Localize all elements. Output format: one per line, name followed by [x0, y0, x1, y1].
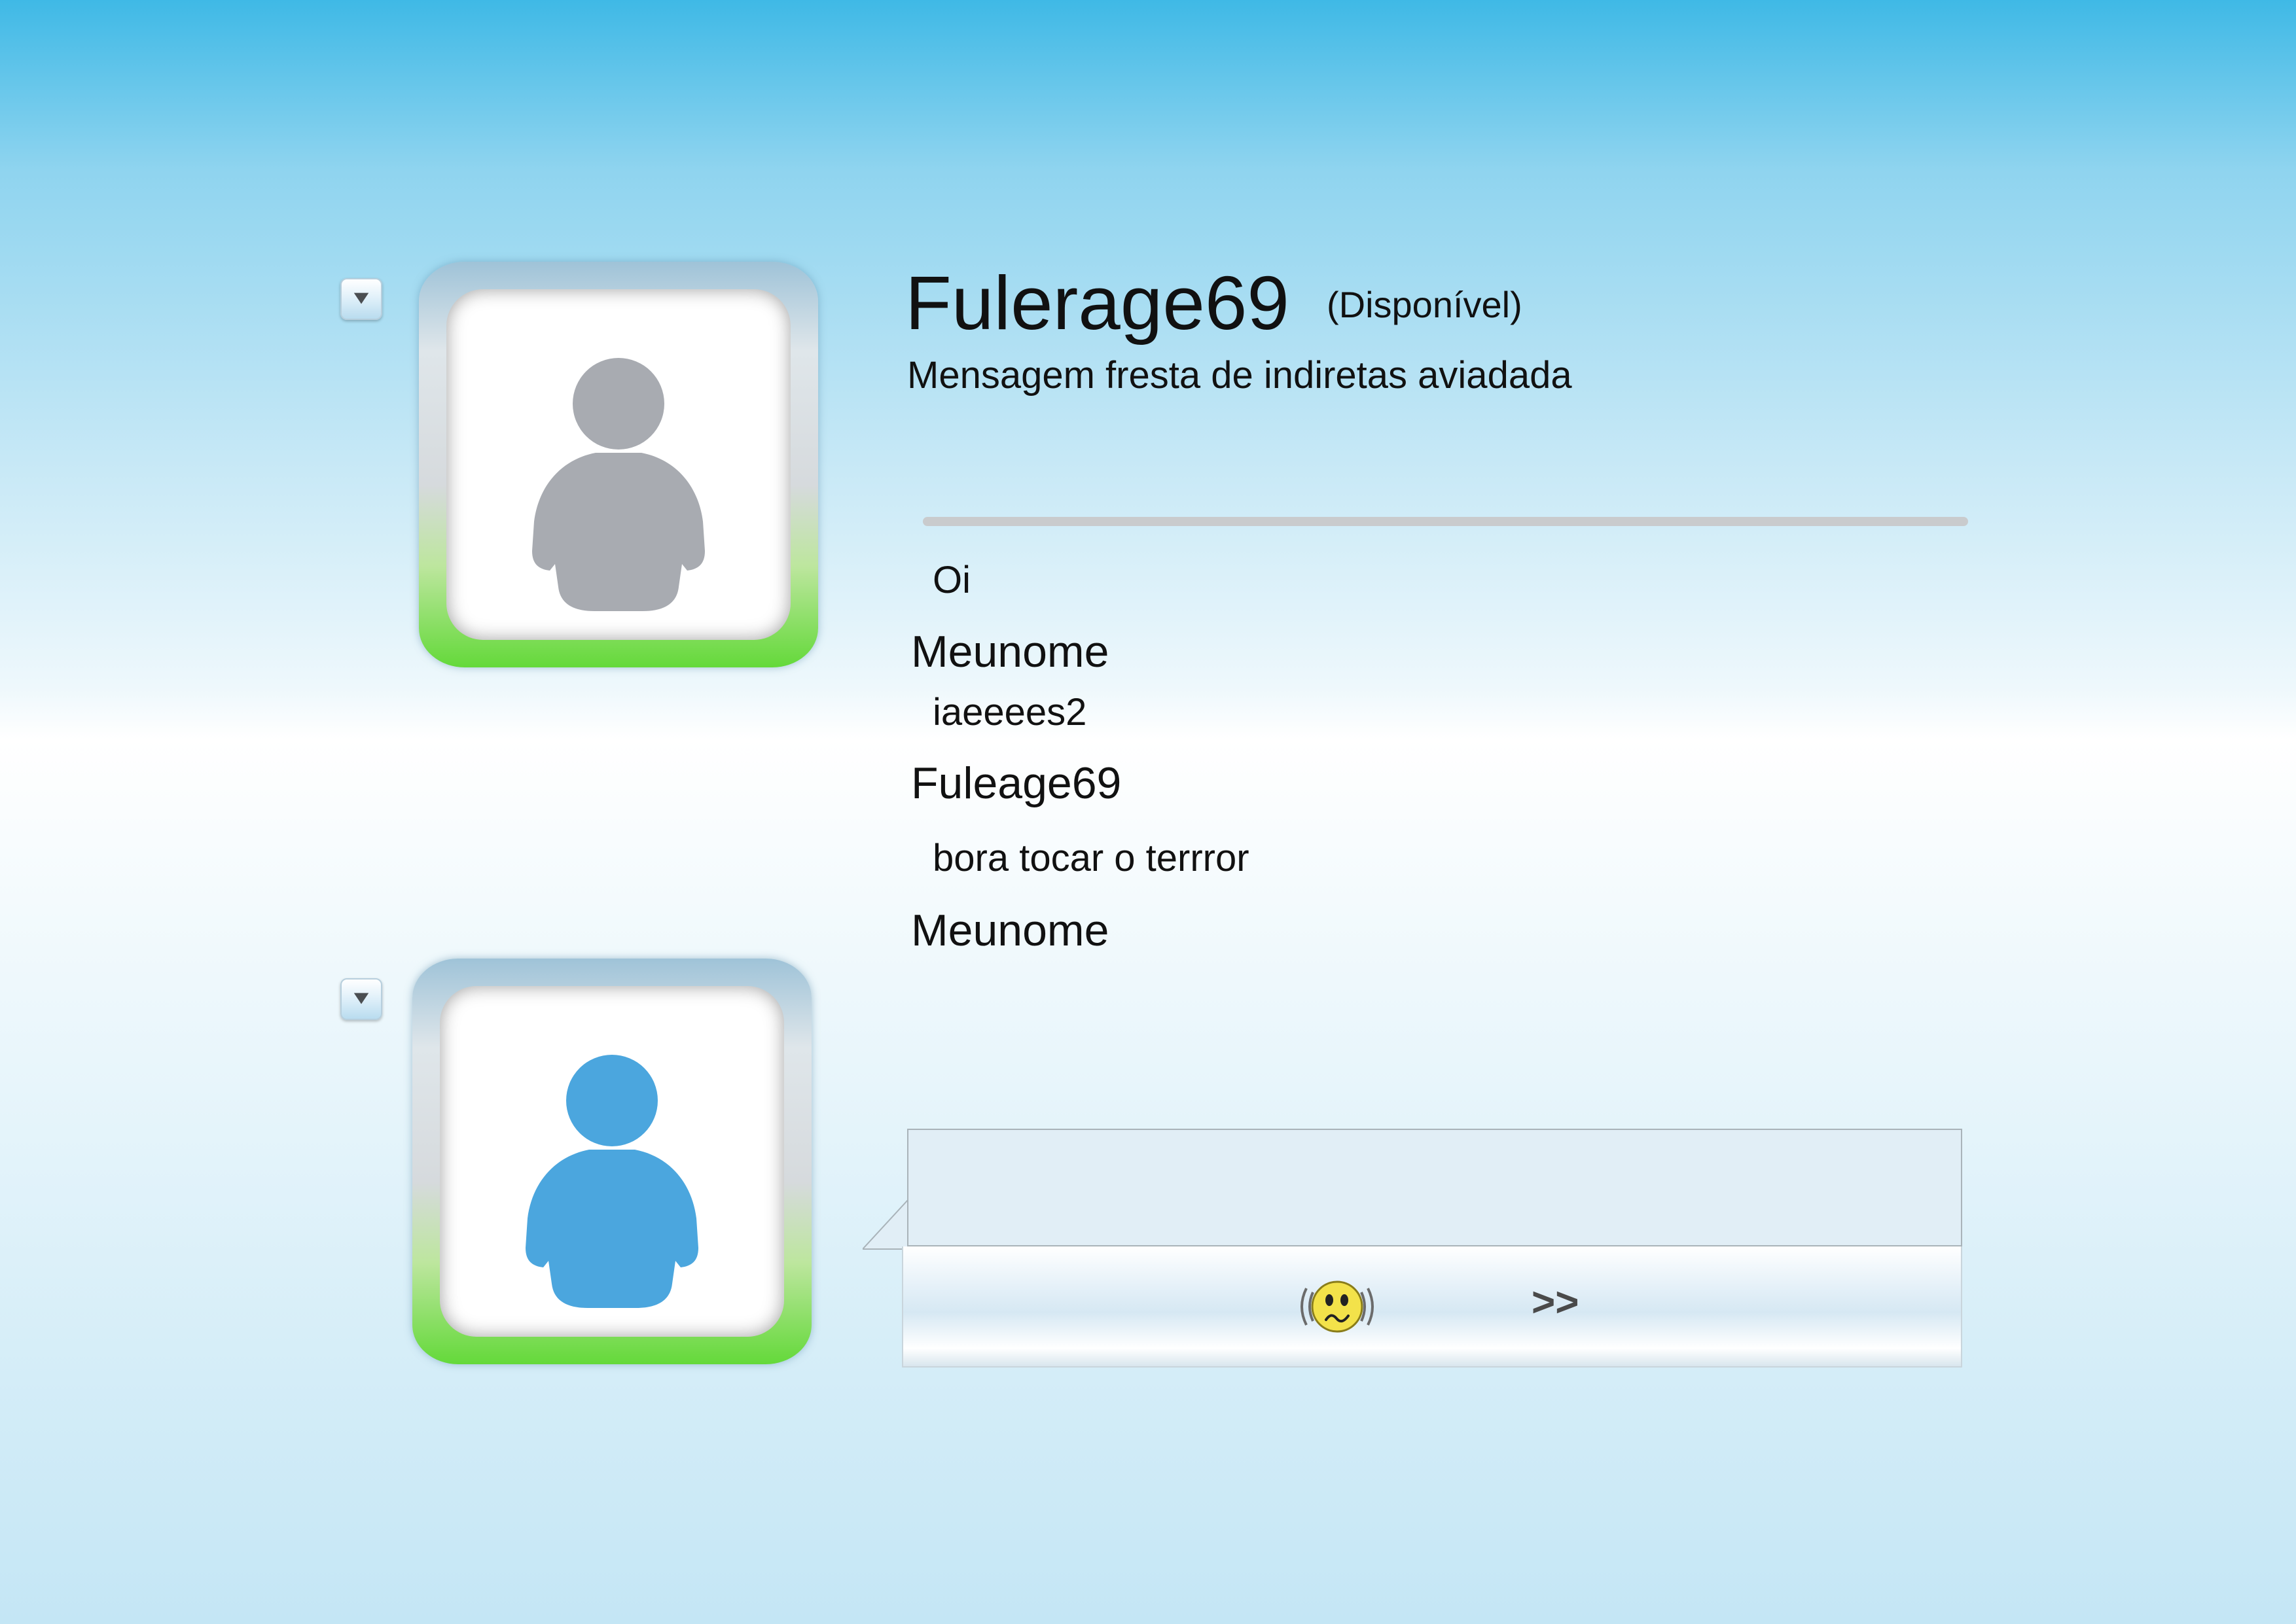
message-text: Oi [933, 559, 971, 601]
self-person-icon [526, 1055, 698, 1308]
contact-avatar-menu-button[interactable] [340, 278, 382, 320]
message-composer: >> [863, 1129, 1964, 1369]
self-avatar-head [566, 1055, 658, 1146]
chevron-down-icon [353, 993, 369, 1004]
speech-bubble-tail [863, 1199, 909, 1250]
contact-personal-message: Mensagem fresta de indiretas aviadada [907, 354, 1572, 397]
message-text: bora tocar o terrror [933, 837, 1249, 879]
composer-toolbar: >> [902, 1246, 1962, 1368]
contact-avatar-head [573, 358, 664, 450]
self-avatar [440, 986, 784, 1337]
nudge-button[interactable] [1295, 1274, 1380, 1339]
self-avatar-menu-button[interactable] [340, 978, 382, 1020]
message-sender: Meunome [911, 627, 1109, 677]
message-sender: Fuleage69 [911, 758, 1122, 808]
self-avatar-frame[interactable] [412, 959, 812, 1364]
more-options-button[interactable]: >> [1532, 1282, 1579, 1323]
contact-avatar-body [532, 453, 705, 611]
chevron-down-icon [353, 292, 369, 304]
contact-display-name: Fulerage69 [905, 260, 1289, 345]
contact-status: (Disponível) [1327, 284, 1522, 325]
contact-avatar [446, 289, 791, 640]
message-sender: Meunome [911, 906, 1109, 955]
contact-avatar-frame[interactable] [419, 262, 818, 667]
message-input[interactable] [907, 1129, 1962, 1246]
header-divider [923, 517, 1968, 526]
message-text: iaeeees2 [933, 691, 1087, 733]
nudge-emoticon-icon [1300, 1280, 1374, 1333]
contact-person-icon [532, 358, 705, 611]
self-avatar-body [526, 1150, 698, 1308]
